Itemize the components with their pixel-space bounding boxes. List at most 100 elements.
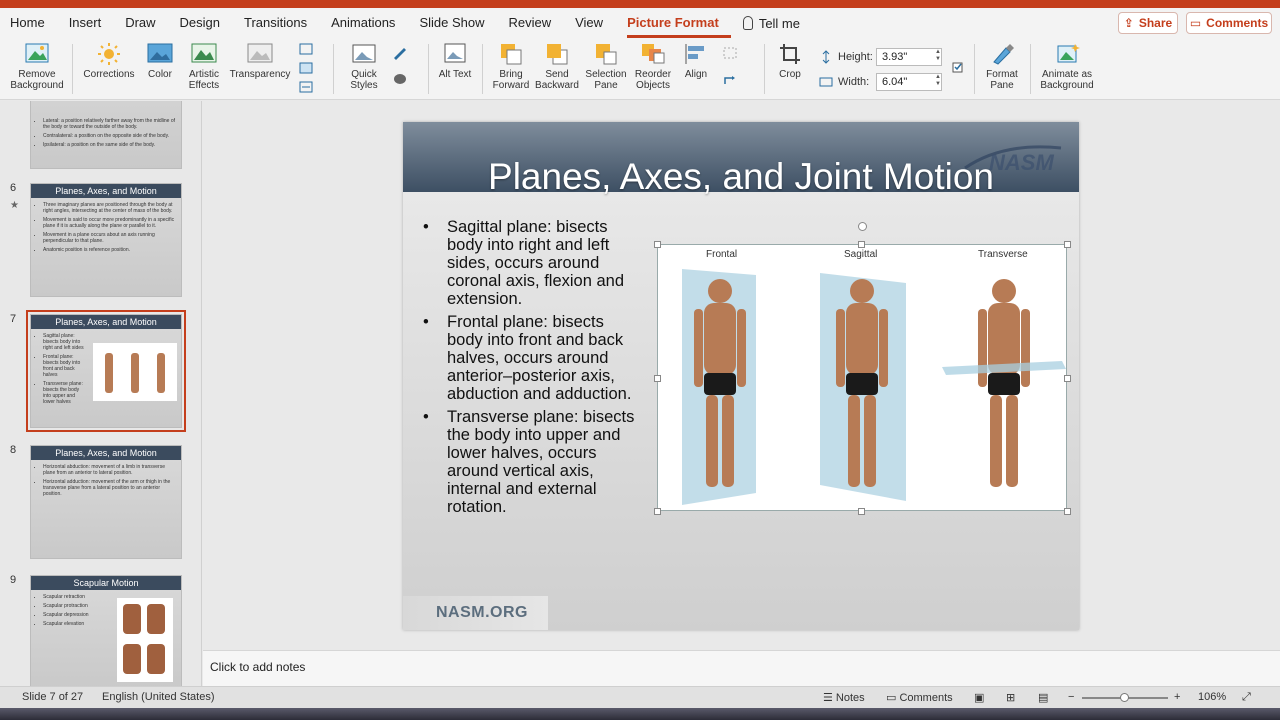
- macos-dock: [0, 708, 1280, 720]
- send-backward-button[interactable]: Send Backward: [534, 42, 580, 91]
- resize-handle-right[interactable]: [1064, 375, 1071, 382]
- slide-title[interactable]: Planes, Axes, and Joint Motion: [403, 156, 1079, 198]
- notes-placeholder: Click to add notes: [210, 660, 306, 674]
- notes-toggle-label: Notes: [835, 692, 865, 704]
- picture-effects-icon[interactable]: [392, 72, 408, 86]
- quick-styles-icon: [352, 44, 376, 63]
- format-pane-button[interactable]: Format Pane: [980, 42, 1024, 91]
- ribbon-separator: [72, 44, 73, 94]
- tab-review[interactable]: Review: [508, 8, 563, 38]
- quick-styles-button[interactable]: Quick Styles: [340, 42, 388, 91]
- powerpoint-window: Home Insert Draw Design Transitions Anim…: [0, 0, 1280, 720]
- send-backward-icon: [547, 44, 568, 65]
- resize-handle-top-left[interactable]: [654, 241, 661, 248]
- width-icon: [819, 77, 833, 87]
- slide-thumbnail-6[interactable]: Planes, Axes, and Motion Three imaginary…: [30, 183, 182, 297]
- picture-border-icon[interactable]: [392, 46, 408, 60]
- thumbnail-line: Movement is said to occur more predomina…: [43, 217, 175, 229]
- selection-pane-button[interactable]: Selection Pane: [582, 42, 630, 91]
- tab-transitions[interactable]: Transitions: [244, 8, 319, 38]
- compress-pictures-icon[interactable]: [298, 42, 314, 56]
- thumbnail-line: Scapular retraction: [43, 594, 95, 600]
- ribbon-separator: [428, 44, 429, 94]
- resize-handle-top[interactable]: [858, 241, 865, 248]
- rotate-icon[interactable]: [722, 74, 738, 88]
- ribbon-separator: [482, 44, 483, 94]
- align-label: Align: [684, 69, 708, 80]
- share-label: Share: [1138, 16, 1173, 30]
- slide-bullet-list[interactable]: Sagittal plane: bisects body into right …: [421, 218, 641, 521]
- resize-handle-bottom-left[interactable]: [654, 508, 661, 515]
- zoom-slider[interactable]: [1082, 693, 1168, 702]
- bullet-frontal: Frontal plane: bisects body into front a…: [421, 313, 641, 403]
- tab-picture-format[interactable]: Picture Format: [627, 8, 731, 38]
- zoom-level[interactable]: 106%: [1198, 691, 1226, 703]
- slide-thumbnail-9[interactable]: Scapular Motion Scapular retraction Scap…: [30, 575, 182, 686]
- align-button[interactable]: Align: [678, 42, 714, 80]
- tab-draw[interactable]: Draw: [125, 8, 167, 38]
- slide-thumbnail-pane[interactable]: Lateral: a position relatively farther a…: [0, 101, 202, 686]
- tab-animations[interactable]: Animations: [331, 8, 407, 38]
- animate-as-background-button[interactable]: Animate as Background: [1036, 42, 1098, 91]
- language-indicator[interactable]: English (United States): [102, 691, 215, 703]
- thumbnail-line: Horizontal adduction: movement of the ar…: [43, 479, 175, 497]
- slide-thumbnail-8[interactable]: Planes, Axes, and Motion Horizontal abdu…: [30, 445, 182, 559]
- slide-number: 9: [10, 574, 17, 586]
- alt-text-button[interactable]: Alt Text: [436, 42, 474, 80]
- change-picture-icon[interactable]: [298, 61, 314, 75]
- fit-to-window-icon[interactable]: ⤢: [1242, 691, 1251, 704]
- zoom-slider-thumb[interactable]: [1120, 693, 1129, 702]
- tab-view[interactable]: View: [575, 8, 615, 38]
- notes-toggle[interactable]: ☰ Notes: [823, 691, 865, 704]
- width-input[interactable]: [876, 73, 942, 91]
- sun-icon: [98, 43, 120, 65]
- slide-thumbnail-5[interactable]: Lateral: a position relatively farther a…: [30, 101, 182, 169]
- thumbnail-title: Planes, Axes, and Motion: [31, 184, 181, 198]
- rotate-handle[interactable]: [858, 222, 867, 231]
- slide-sorter-icon[interactable]: ⊞: [1006, 691, 1015, 704]
- width-stepper[interactable]: ▲ ▼: [935, 74, 941, 88]
- thumbnail-line: Scapular depression: [43, 612, 95, 618]
- bring-forward-button[interactable]: Bring Forward: [488, 42, 534, 91]
- planes-picture[interactable]: Frontal Sagittal Transverse: [657, 244, 1067, 511]
- format-pane-icon: [993, 44, 1014, 65]
- notes-pane[interactable]: Click to add notes: [203, 650, 1280, 686]
- slide-canvas[interactable]: NASM Planes, Axes, and Joint Motion Sagi…: [203, 101, 1280, 650]
- lock-aspect-icon[interactable]: [950, 60, 966, 74]
- resize-handle-left[interactable]: [654, 375, 661, 382]
- animate-background-icon: [1057, 44, 1080, 63]
- tab-slide-show[interactable]: Slide Show: [419, 8, 496, 38]
- zoom-out-icon[interactable]: −: [1068, 691, 1074, 703]
- current-slide[interactable]: NASM Planes, Axes, and Joint Motion Sagi…: [403, 122, 1079, 630]
- slide-thumbnail-7[interactable]: Planes, Axes, and Motion Sagittal plane:…: [26, 310, 186, 432]
- tell-me-box[interactable]: Tell me: [742, 15, 800, 31]
- reorder-objects-button[interactable]: Reorder Objects: [630, 42, 676, 91]
- corrections-button[interactable]: Corrections: [80, 42, 138, 80]
- reading-view-icon[interactable]: ▤: [1038, 691, 1048, 704]
- thumbnail-line: Transverse plane: bisects the body into …: [43, 381, 85, 405]
- tab-home[interactable]: Home: [10, 8, 57, 38]
- artistic-effects-button[interactable]: Artistic Effects: [182, 42, 226, 91]
- resize-handle-bottom[interactable]: [858, 508, 865, 515]
- remove-background-button[interactable]: Remove Background: [8, 42, 66, 91]
- color-button[interactable]: Color: [140, 42, 180, 80]
- title-strip: [0, 0, 1280, 8]
- resize-handle-top-right[interactable]: [1064, 241, 1071, 248]
- normal-view-icon[interactable]: ▣: [974, 691, 984, 704]
- tell-me-label: Tell me: [758, 15, 800, 31]
- group-icon[interactable]: [722, 46, 738, 60]
- zoom-in-icon[interactable]: +: [1174, 691, 1180, 703]
- tab-insert[interactable]: Insert: [69, 8, 114, 38]
- comments-button[interactable]: ▭ Comments: [1186, 12, 1272, 34]
- height-stepper[interactable]: ▲ ▼: [935, 49, 941, 63]
- transparency-button[interactable]: Transparency: [228, 42, 292, 80]
- height-input[interactable]: [876, 48, 942, 66]
- share-button[interactable]: ⇪ Share: [1118, 12, 1178, 34]
- tab-design[interactable]: Design: [180, 8, 232, 38]
- reset-picture-icon[interactable]: [298, 80, 314, 94]
- resize-handle-bottom-right[interactable]: [1064, 508, 1071, 515]
- thumbnail-line: Anatomic position is reference position.: [43, 247, 175, 253]
- comments-toggle[interactable]: ▭ Comments: [886, 691, 953, 704]
- crop-button[interactable]: Crop: [770, 42, 810, 80]
- thumbnail-line: Ipsilateral: a position on the same side…: [43, 142, 175, 148]
